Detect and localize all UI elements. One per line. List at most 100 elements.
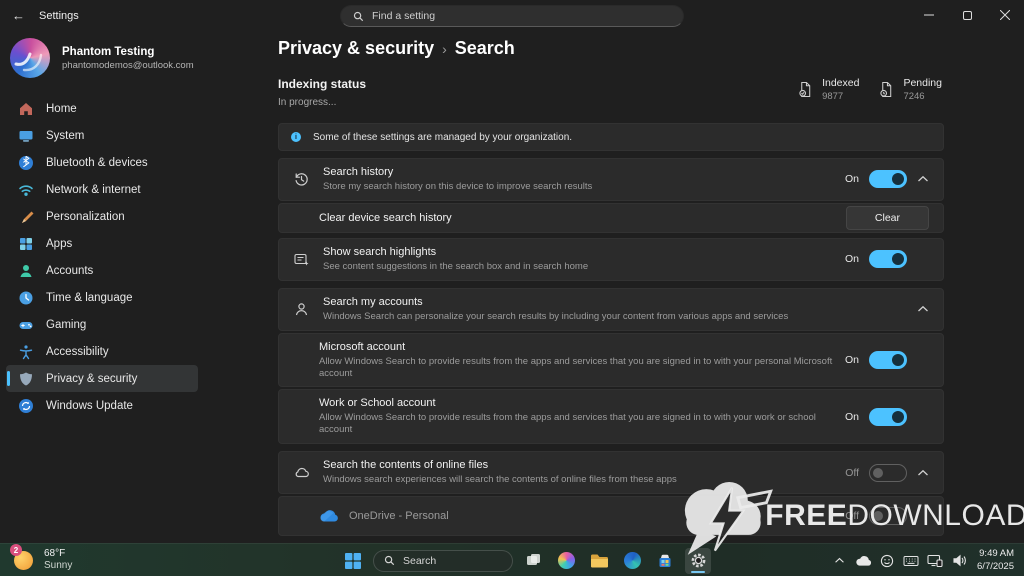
chevron-up-icon[interactable] [917, 469, 929, 477]
avatar [10, 38, 50, 78]
apps-icon [18, 236, 34, 252]
volume-icon[interactable] [949, 549, 969, 573]
profile-email: phantomodemos@outlook.com [62, 60, 194, 71]
online-files-toggle[interactable] [869, 464, 907, 482]
row-subtitle: Allow Windows Search to provide results … [319, 412, 837, 436]
toggle-state-label: On [845, 354, 859, 366]
user-profile[interactable]: Phantom Testing phantomodemos@outlook.co… [10, 38, 194, 78]
pending-stat: Pending 7246 [879, 77, 942, 102]
search-highlights-row[interactable]: Show search highlights See content sugge… [278, 238, 944, 281]
system-icon [18, 128, 34, 144]
sidebar-item-gaming[interactable]: Gaming [6, 311, 198, 338]
find-setting-placeholder: Find a setting [372, 10, 435, 22]
microsoft-store-button[interactable] [652, 548, 678, 574]
time-language-icon [18, 290, 34, 306]
sidebar-item-home[interactable]: Home [6, 95, 198, 122]
indexed-doc-icon [798, 81, 813, 98]
row-title: Show search highlights [323, 246, 837, 258]
row-title: Work or School account [319, 397, 837, 409]
file-explorer-button[interactable] [586, 548, 612, 574]
sidebar-item-time-language[interactable]: Time & language [6, 284, 198, 311]
app-title: Settings [39, 10, 79, 22]
taskbar-search-box[interactable]: Search [373, 550, 513, 572]
search-icon [384, 555, 395, 566]
sidebar-item-accessibility[interactable]: Accessibility [6, 338, 198, 365]
task-view-button[interactable] [520, 548, 546, 574]
weather-widget[interactable]: 2 68°F Sunny [12, 547, 72, 571]
sidebar-item-label: Time & language [46, 292, 133, 304]
sidebar-item-label: Network & internet [46, 184, 141, 196]
banner-text: Some of these settings are managed by yo… [313, 132, 572, 143]
onedrive-row: OneDrive - Personal Off [278, 496, 944, 536]
microsoft-account-toggle[interactable] [869, 351, 907, 369]
cast-display-icon[interactable] [925, 549, 945, 573]
emoji-tray-icon[interactable] [877, 549, 897, 573]
toggle-state-label: Off [845, 510, 859, 522]
sidebar-item-label: Privacy & security [46, 373, 137, 385]
search-history-icon [293, 171, 323, 188]
sidebar-item-privacy-security[interactable]: Privacy & security [6, 365, 198, 392]
windows-update-icon [18, 398, 34, 414]
chevron-up-icon[interactable] [917, 175, 929, 183]
edge-button[interactable] [619, 548, 645, 574]
toggle-state-label: Off [845, 467, 859, 479]
search-highlights-icon [293, 251, 323, 268]
accessibility-icon [18, 344, 34, 360]
tray-chevron-up-icon[interactable] [829, 549, 849, 573]
bluetooth-icon [18, 155, 34, 171]
row-title: Microsoft account [319, 341, 837, 353]
sidebar-item-network-internet[interactable]: Network & internet [6, 176, 198, 203]
search-highlights-toggle[interactable] [869, 250, 907, 268]
weather-temp: 68°F [44, 548, 72, 559]
onedrive-toggle[interactable] [869, 507, 907, 525]
row-subtitle: See content suggestions in the search bo… [323, 261, 837, 273]
back-icon[interactable]: ← [12, 8, 25, 24]
taskbar-clock[interactable]: 9:49 AM 6/7/2025 [977, 548, 1014, 573]
clock-time: 9:49 AM [977, 548, 1014, 560]
sidebar-item-bluetooth-devices[interactable]: Bluetooth & devices [6, 149, 198, 176]
pending-label: Pending [903, 77, 942, 89]
close-button[interactable] [986, 0, 1024, 30]
sidebar-item-windows-update[interactable]: Windows Update [6, 392, 198, 419]
personalization-icon [18, 209, 34, 225]
clear-history-row: Clear device search history Clear [278, 203, 944, 233]
minimize-button[interactable] [910, 0, 948, 30]
titlebar: ← Settings Find a setting [0, 0, 1024, 32]
sidebar-item-personalization[interactable]: Personalization [6, 203, 198, 230]
info-icon: i [291, 132, 301, 142]
touch-keyboard-icon[interactable] [901, 549, 921, 573]
sidebar-item-label: Bluetooth & devices [46, 157, 148, 169]
cloud-search-icon [293, 464, 323, 481]
accounts-icon [18, 263, 34, 279]
sidebar-item-label: Home [46, 103, 77, 115]
sidebar-item-system[interactable]: System [6, 122, 198, 149]
pending-doc-icon [879, 81, 894, 98]
search-history-toggle[interactable] [869, 170, 907, 188]
toggle-state-label: On [845, 411, 859, 423]
chevron-up-icon[interactable] [917, 305, 929, 313]
sidebar-item-accounts[interactable]: Accounts [6, 257, 198, 284]
sidebar-item-label: Apps [46, 238, 72, 250]
online-files-row[interactable]: Search the contents of online files Wind… [278, 451, 944, 494]
row-subtitle: Allow Windows Search to provide results … [319, 356, 837, 380]
sidebar-item-apps[interactable]: Apps [6, 230, 198, 257]
search-my-accounts-row[interactable]: Search my accounts Windows Search can pe… [278, 288, 944, 331]
row-title: Search history [323, 166, 837, 178]
clear-button[interactable]: Clear [846, 206, 929, 230]
maximize-button[interactable] [948, 0, 986, 30]
network-icon [18, 182, 34, 198]
copilot-button[interactable] [553, 548, 579, 574]
settings-main-pane: Privacy & security › Search Indexing sta… [278, 32, 944, 543]
find-setting-searchbox[interactable]: Find a setting [340, 5, 684, 27]
onedrive-tray-icon[interactable] [853, 549, 873, 573]
managed-by-org-banner: i Some of these settings are managed by … [278, 123, 944, 151]
work-school-account-toggle[interactable] [869, 408, 907, 426]
search-history-row[interactable]: Search history Store my search history o… [278, 158, 944, 201]
sidebar-item-label: Accounts [46, 265, 93, 277]
taskbar-search-label: Search [403, 555, 436, 567]
row-title: Clear device search history [319, 212, 838, 224]
breadcrumb-parent[interactable]: Privacy & security [278, 38, 434, 59]
settings-taskbar-button[interactable] [685, 548, 711, 574]
sidebar-item-label: Accessibility [46, 346, 109, 358]
start-button[interactable] [340, 548, 366, 574]
